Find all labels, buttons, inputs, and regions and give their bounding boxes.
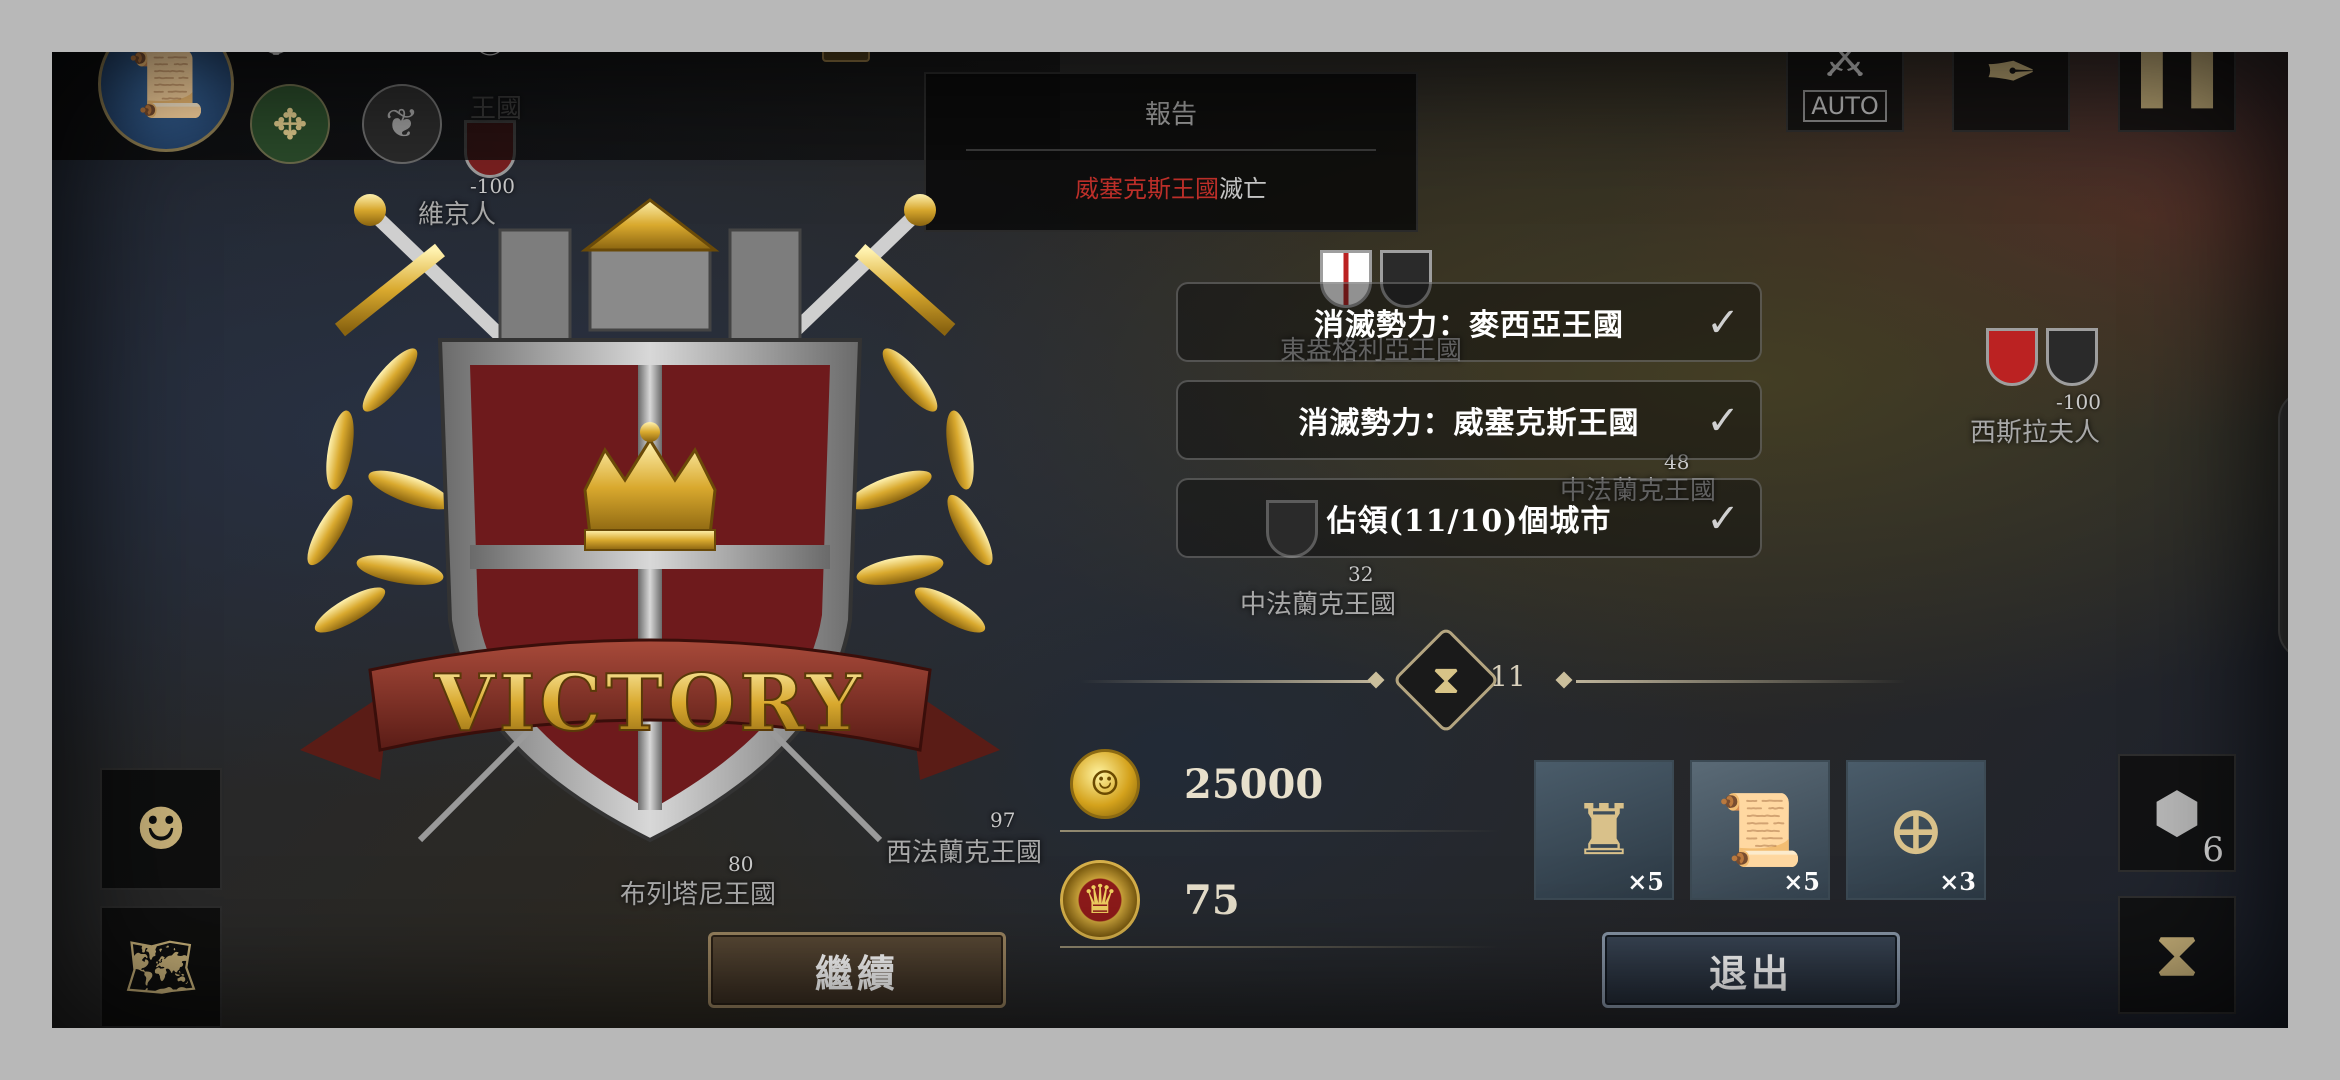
map-label: 中法蘭克王國 bbox=[1240, 590, 1397, 620]
faction-banner bbox=[1986, 328, 2038, 386]
iron-resource: ▰ 279 bbox=[628, 14, 751, 62]
shield bbox=[437, 338, 863, 843]
turn-value: 11 bbox=[946, 19, 987, 57]
quest-scroll-button[interactable]: 📜 bbox=[98, 16, 234, 152]
report-event: 滅亡 bbox=[1219, 175, 1267, 203]
continue-button[interactable]: 繼續 bbox=[708, 932, 1006, 1008]
iron-ingot-icon: ▰ bbox=[638, 18, 666, 58]
checkmark-icon: ✓ bbox=[1706, 496, 1740, 542]
map-number: 32 bbox=[1348, 562, 1374, 586]
turn-divider: ⧗ 11 bbox=[1080, 626, 1920, 734]
hourglass-icon: ⧗ bbox=[1431, 657, 1461, 703]
faction-banner bbox=[2046, 328, 2098, 386]
divider-line bbox=[1080, 680, 1370, 683]
reward-item[interactable]: 📜 ×5 bbox=[1690, 760, 1830, 900]
coin-resource: ⦿ 79 bbox=[466, 14, 569, 62]
siege-tower-icon: ♜ bbox=[1572, 789, 1636, 871]
compass-icon: ⊕ bbox=[1886, 789, 1946, 871]
objective-item: 佔領(11/10)個城市 ✓ bbox=[1176, 478, 1762, 558]
edict-button[interactable]: ✒ bbox=[1952, 14, 2070, 132]
divider-diamond bbox=[1367, 671, 1385, 689]
item-count: ×5 bbox=[1783, 867, 1820, 896]
coin-value: 79 bbox=[528, 19, 569, 57]
end-turn-button[interactable]: ⧗ bbox=[2118, 896, 2236, 1014]
scroll-quill-icon: 📜 bbox=[126, 47, 206, 122]
hourglass-icon: ⧗ bbox=[896, 18, 920, 58]
iron-value: 279 bbox=[690, 19, 752, 57]
map-icon: 🗺 bbox=[124, 932, 198, 1001]
raven-icon: ❦ bbox=[385, 101, 419, 147]
reward-item[interactable]: ⊕ ×3 bbox=[1846, 760, 1986, 900]
hourglass-icon: ⧗ bbox=[2154, 918, 2200, 992]
side-panel-toggle[interactable]: ‹ bbox=[2278, 390, 2340, 660]
handshake-icon: ✥ bbox=[272, 99, 308, 149]
territory-count: 6 bbox=[2202, 830, 2224, 870]
hexagons-icon: ⬢ bbox=[2152, 780, 2202, 846]
report-title: 報告 bbox=[1144, 100, 1197, 130]
map-label: 西斯拉夫人 bbox=[1970, 418, 2101, 448]
exit-button[interactable]: 退出 bbox=[1602, 932, 1900, 1008]
checkmark-icon: ✓ bbox=[1706, 300, 1740, 346]
castle-towers bbox=[498, 198, 802, 352]
turn-count: 11 bbox=[1490, 660, 1526, 693]
victory-text: VICTORY bbox=[433, 658, 865, 749]
turn-resource: ⚖ ⧗ 11 bbox=[822, 14, 987, 62]
pause-icon: ❚❚ bbox=[2126, 38, 2228, 108]
decree-scroll-icon: ✒ bbox=[1984, 36, 2038, 110]
objective-text: 消滅勢力：麥西亞王國 bbox=[1314, 308, 1624, 343]
manpower-resource: ⛑ 161/249 bbox=[252, 14, 447, 62]
pause-button[interactable]: ❚❚ bbox=[2118, 14, 2236, 132]
objective-item: 消滅勢力：威塞克斯王國 ✓ bbox=[1176, 380, 1762, 460]
viking-faction-button[interactable]: ❦ bbox=[362, 84, 442, 164]
reward-item[interactable]: ♜ ×5 bbox=[1534, 760, 1674, 900]
game-screen: 東盎格利亞王國 中法蘭克王國 中法蘭克王國 西斯拉夫人 西法蘭克王國 布列塔尼王… bbox=[0, 0, 2340, 1080]
map-button[interactable]: 🗺 bbox=[100, 906, 222, 1028]
crossed-swords-icon: ⚔ bbox=[1819, 24, 1871, 90]
gold-coin-icon: ☺ bbox=[1070, 749, 1140, 819]
events-button[interactable]: ☻ bbox=[100, 768, 222, 890]
auto-battle-button[interactable]: ⚔ AUTO bbox=[1786, 14, 1904, 132]
diplomacy-button[interactable]: ✥ bbox=[250, 84, 330, 164]
silver-coin-icon: ⦿ bbox=[473, 21, 507, 62]
theater-masks-icon: ☻ bbox=[135, 795, 187, 863]
divider-diamond bbox=[1555, 671, 1573, 689]
report-faction-name: 威塞克斯王國 bbox=[1075, 175, 1219, 203]
reward-underline bbox=[1060, 946, 1500, 948]
crown-badge-icon: ♛ bbox=[1060, 860, 1140, 940]
gold-value: 25000 bbox=[1184, 760, 1324, 808]
checkmark-icon: ✓ bbox=[1706, 398, 1740, 444]
map-scroll-icon: 📜 bbox=[1716, 788, 1804, 871]
top-resource-bar: 📜 ⛑ 161/249 ⦿ 79 ▰ 279 ⚖ ⧗ 11 ✥ ❦ bbox=[0, 0, 1060, 164]
item-count: ×5 bbox=[1627, 867, 1664, 896]
auto-label: AUTO bbox=[1803, 89, 1887, 122]
helmet-icon: ⛑ bbox=[254, 18, 298, 58]
victory-crest: VICTORY bbox=[300, 194, 1000, 843]
chevron-left-icon: ‹ bbox=[2301, 502, 2317, 548]
objective-text: 消滅勢力：威塞克斯王國 bbox=[1298, 406, 1640, 441]
prestige-reward: ♛ 75 bbox=[1060, 852, 1500, 948]
divider-line bbox=[1576, 680, 1906, 683]
report-divider bbox=[966, 149, 1376, 151]
objective-text: 佔領(11/10)個城市 bbox=[1326, 504, 1612, 539]
manpower-value: 161/249 bbox=[314, 19, 447, 57]
territory-button[interactable]: ⬢ 6 bbox=[2118, 754, 2236, 872]
objective-item: 消滅勢力：麥西亞王國 ✓ bbox=[1176, 282, 1762, 362]
reward-underline bbox=[1060, 830, 1500, 832]
scales-icon[interactable]: ⚖ bbox=[822, 14, 870, 62]
item-count: ×3 bbox=[1939, 867, 1976, 896]
map-number: -100 bbox=[2056, 390, 2101, 414]
prestige-value: 75 bbox=[1184, 876, 1240, 924]
gold-reward: ☺ 25000 bbox=[1060, 736, 1500, 832]
